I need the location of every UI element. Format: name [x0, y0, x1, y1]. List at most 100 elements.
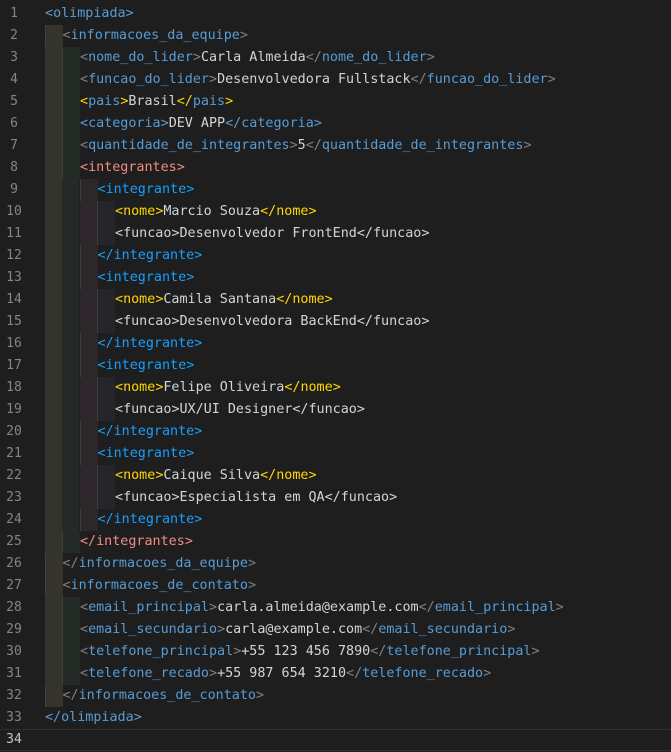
code-token: </: [176, 94, 193, 109]
indent-guide: [80, 289, 97, 311]
line-number: 11: [6, 226, 22, 241]
code-line[interactable]: 16 </integrante>: [0, 333, 671, 355]
code-line[interactable]: 18 <nome>Felipe Oliveira</nome>: [0, 377, 671, 399]
indent-guide: [62, 509, 79, 531]
code-line[interactable]: 33 </olimpiada>: [0, 707, 671, 729]
code-token: integrante: [113, 512, 195, 527]
code-token: </: [97, 424, 114, 439]
code-line[interactable]: 12 </integrante>: [0, 245, 671, 267]
code-token: Marcio Souza: [163, 204, 261, 219]
code-line[interactable]: 29 <email_secundario>carla@example.com</e…: [0, 619, 671, 641]
code-line[interactable]: 19 <funcao>UX/UI Designer</funcao>: [0, 399, 671, 421]
code-token: informacoes_da_equipe: [70, 28, 240, 43]
indent-guide: [97, 289, 115, 311]
indent-guide: [45, 509, 62, 531]
code-token: informacoes_de_contato: [78, 688, 256, 703]
code-line[interactable]: 11 <funcao>Desenvolvedor FrontEnd</funcao…: [0, 223, 671, 245]
code-line[interactable]: 6 <categoria>DEV APP</categoria>: [0, 113, 671, 135]
code-line[interactable]: 28 <email_principal>carla.almeida@example…: [0, 597, 671, 619]
code-token: >: [289, 138, 298, 153]
code-text: <nome>Caique Silva</nome>: [115, 465, 317, 487]
code-token: </: [324, 490, 341, 505]
line-number: 9: [10, 182, 18, 197]
code-line[interactable]: 31 <telefone_recado>+55 987 654 3210</tel…: [0, 663, 671, 685]
code-token: >: [209, 72, 218, 87]
code-line[interactable]: 21 <integrante>: [0, 443, 671, 465]
code-token: integrantes: [88, 160, 177, 175]
code-text: </olimpiada>: [45, 707, 142, 729]
line-number: 24: [6, 512, 22, 527]
code-area[interactable]: 1 <olimpiada> 2 <informacoes_da_equipe> 3 <no…: [0, 3, 671, 751]
code-line[interactable]: 25 </integrantes>: [0, 531, 671, 553]
code-text: <categoria>DEV APP</categoria>: [80, 113, 322, 135]
indent-guide: [45, 641, 62, 663]
code-token: funcao: [123, 226, 172, 241]
code-text: <email_secundario>carla@example.com</ema…: [80, 619, 515, 641]
code-line[interactable]: 7 <quantidade_de_integrantes>5</quantidad…: [0, 135, 671, 157]
code-token: Desenvolvedora Fullstack: [217, 72, 411, 87]
indent-guide: [45, 289, 62, 311]
indent-guide: [80, 487, 97, 509]
code-token: >: [194, 424, 203, 439]
code-line[interactable]: 9 <integrante>: [0, 179, 671, 201]
line-number: 1: [10, 6, 18, 21]
code-token: >: [555, 600, 564, 615]
code-text: <integrante>: [98, 443, 195, 465]
code-token: Desenvolvedora BackEnd: [179, 314, 357, 329]
indent-guide: [62, 619, 80, 641]
line-number: 16: [6, 336, 22, 351]
indent-guide: [45, 25, 63, 47]
code-line[interactable]: 23 <funcao>Especialista em QA</funcao>: [0, 487, 671, 509]
code-token: nome: [123, 292, 156, 307]
indent-guide: [80, 421, 98, 443]
indent-guide: [97, 465, 115, 487]
code-line[interactable]: 5 <pais>Brasil</pais>: [0, 91, 671, 113]
code-line[interactable]: 13 <integrante>: [0, 267, 671, 289]
code-line[interactable]: 4 <funcao_do_lider>Desenvolvedora Fullsta…: [0, 69, 671, 91]
code-token: <: [80, 94, 89, 109]
code-text: </informacoes_da_equipe>: [63, 553, 257, 575]
line-number: 33: [6, 710, 22, 725]
code-line[interactable]: 15 <funcao>Desenvolvedora BackEnd</funcao…: [0, 311, 671, 333]
indent-guide: [80, 245, 98, 267]
code-text: <funcao>Desenvolvedor FrontEnd</funcao>: [115, 223, 429, 245]
code-line[interactable]: 10 <nome>Marcio Souza</nome>: [0, 201, 671, 223]
code-line[interactable]: 3 <nome_do_lider>Carla Almeida</nome_do_l…: [0, 47, 671, 69]
code-line[interactable]: 14 <nome>Camila Santana</nome>: [0, 289, 671, 311]
indent-guide: [45, 311, 62, 333]
code-line[interactable]: 20 </integrante>: [0, 421, 671, 443]
indent-guide: [45, 69, 62, 91]
code-token: <: [62, 578, 71, 593]
code-line[interactable]: 22 <nome>Caique Silva</nome>: [0, 465, 671, 487]
code-token: <: [45, 6, 54, 21]
code-line[interactable]: 24 </integrante>: [0, 509, 671, 531]
indent-guide: [62, 245, 79, 267]
code-line[interactable]: 17 <integrante>: [0, 355, 671, 377]
code-line[interactable]: 27 <informacoes_de_contato>: [0, 575, 671, 597]
indent-guide: [62, 267, 79, 289]
code-token: informacoes_da_equipe: [78, 556, 248, 571]
code-text: </integrante>: [98, 245, 203, 267]
indent-guide: [80, 267, 98, 289]
code-token: UX/UI Designer: [179, 402, 293, 417]
code-text: <olimpiada>: [45, 3, 134, 25]
code-token: >: [171, 402, 180, 417]
code-token: </: [284, 380, 301, 395]
indent-guide: [62, 663, 80, 685]
code-line[interactable]: 34: [0, 729, 671, 751]
indent-guide: [62, 399, 79, 421]
code-token: +55 123 456 7890: [241, 644, 371, 659]
code-line[interactable]: 32 </informacoes_de_contato>: [0, 685, 671, 707]
code-line[interactable]: 2 <informacoes_da_equipe>: [0, 25, 671, 47]
line-number: 8: [10, 160, 18, 175]
indent-guide: [80, 443, 98, 465]
code-token: Caique Silva: [163, 468, 261, 483]
code-line[interactable]: 8 <integrantes>: [0, 157, 671, 179]
code-token: <: [62, 28, 71, 43]
code-line[interactable]: 1 <olimpiada>: [0, 3, 671, 25]
code-editor[interactable]: 1 <olimpiada> 2 <informacoes_da_equipe> 3 <no…: [0, 0, 671, 752]
line-number: 7: [10, 138, 18, 153]
code-line[interactable]: 26 </informacoes_da_equipe>: [0, 553, 671, 575]
code-token: >: [186, 182, 195, 197]
code-line[interactable]: 30 <telefone_principal>+55 123 456 7890</…: [0, 641, 671, 663]
